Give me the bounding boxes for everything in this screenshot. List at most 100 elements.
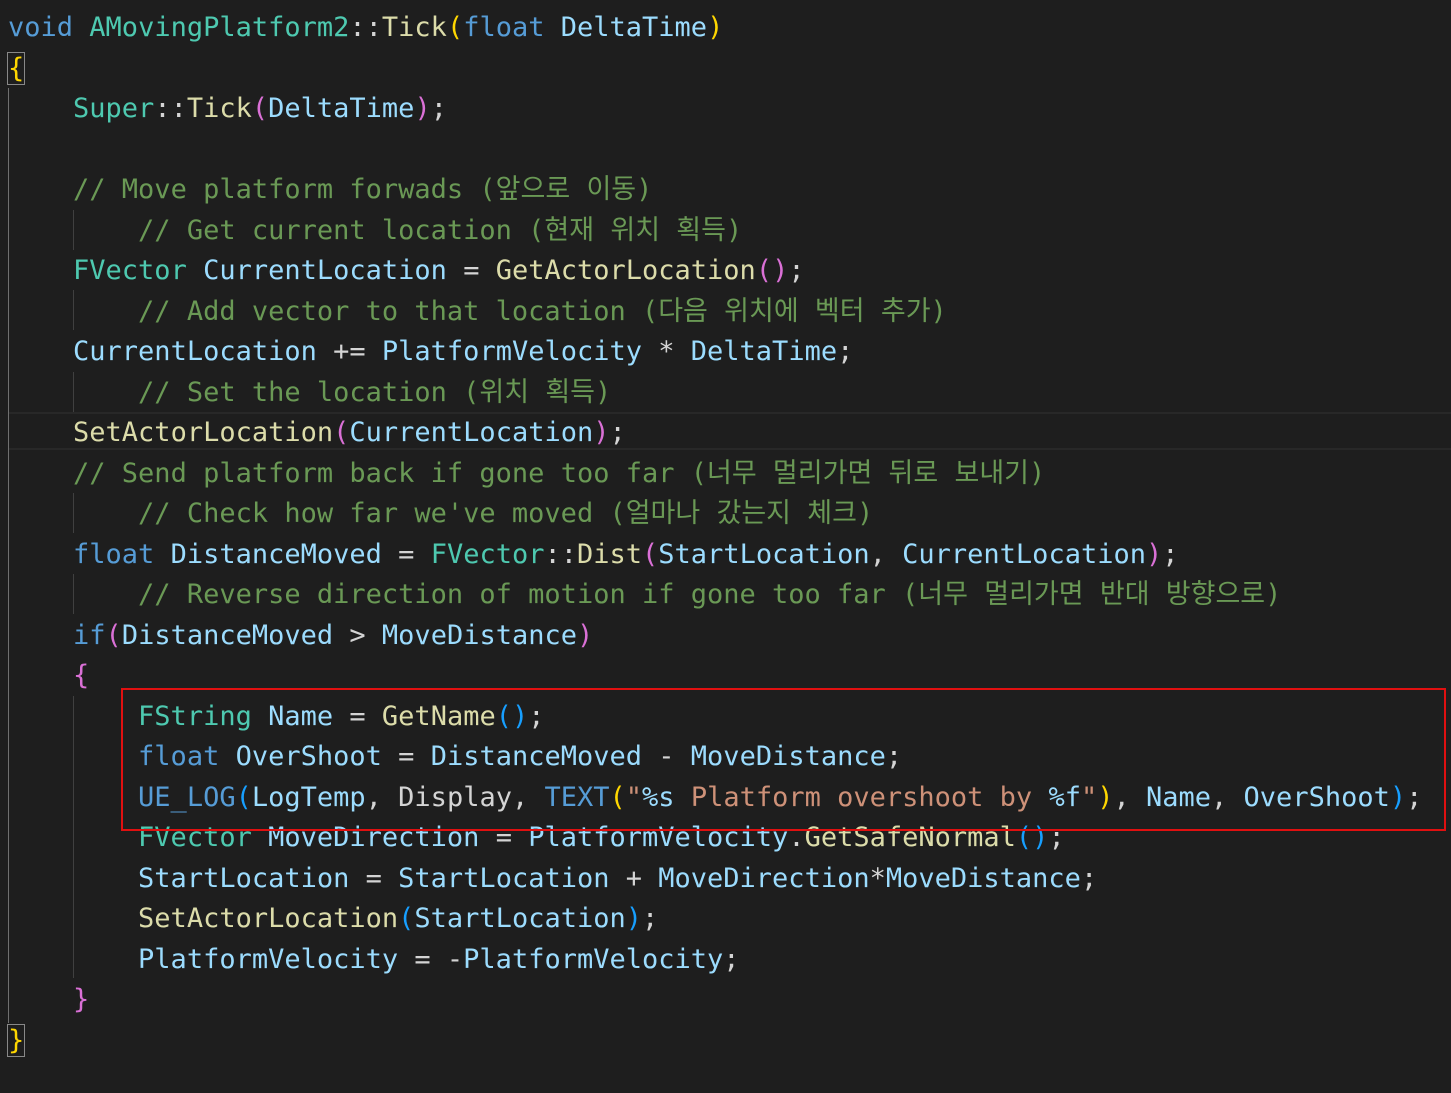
code-token: DeltaTime [690, 336, 838, 367]
code-token: LogTemp [251, 781, 366, 813]
code-token: DistanceMoved [170, 538, 382, 570]
code-token: FVector [73, 255, 187, 286]
code-token: ) [1097, 781, 1114, 813]
code-editor[interactable]: void AMovingPlatform2::Tick(float DeltaT… [0, 0, 1451, 1093]
code-token: MoveDirection [658, 862, 870, 894]
code-token: } [73, 984, 90, 1015]
code-token: ; [1048, 822, 1065, 853]
code-line: // Move platform forwads (앞으로 이동) [8, 170, 652, 210]
code-token: Super [73, 93, 155, 124]
code-token: = - [398, 943, 464, 975]
code-token: , [1113, 781, 1146, 813]
code-token: ) [511, 700, 529, 732]
code-line: // Get current location (현재 위치 획득) [8, 211, 742, 251]
code-token: CurrentLocation [349, 417, 594, 448]
code-token: %s [642, 781, 675, 813]
code-line: if(DistanceMoved > MoveDistance) [8, 616, 593, 656]
code-token: Platform overshoot by [674, 781, 1049, 813]
code-token: CurrentLocation [73, 336, 317, 367]
code-token: SetActorLocation [138, 903, 399, 934]
code-token: // Get current location (현재 위치 획득) [138, 214, 743, 246]
code-token: FVector [430, 538, 545, 570]
code-line: StartLocation = StartLocation + MoveDire… [8, 859, 1097, 899]
code-line: // Set the location (위치 획득) [8, 373, 611, 413]
code-token: float [463, 12, 545, 43]
code-line: PlatformVelocity = -PlatformVelocity; [8, 940, 740, 980]
code-line: FVector CurrentLocation = GetActorLocati… [8, 251, 805, 291]
code-line: } [8, 980, 89, 1020]
code-token: Tick [381, 12, 447, 43]
code-token: GetName [381, 700, 496, 732]
code-line: void AMovingPlatform2::Tick(float DeltaT… [8, 8, 723, 48]
code-token: ( [495, 700, 512, 732]
code-token: // Move platform forwads (앞으로 이동) [73, 174, 653, 205]
code-token: StartLocation [398, 862, 610, 894]
code-line: // Reverse direction of motion if gone t… [8, 575, 1281, 615]
code-line: SetActorLocation(StartLocation); [8, 899, 658, 939]
code-token: ; [609, 417, 626, 448]
code-token: > [333, 619, 382, 651]
code-token: + [609, 862, 659, 894]
code-token: ; [1162, 538, 1179, 570]
code-token: " [1080, 781, 1098, 813]
code-token: Dist [577, 538, 643, 570]
code-token: ( [333, 417, 350, 448]
code-token: AMovingPlatform2 [89, 12, 350, 43]
code-token: ; [837, 336, 854, 367]
code-token: ; [723, 943, 740, 975]
code-token: ; [1080, 862, 1098, 894]
code-line: CurrentLocation += PlatformVelocity * De… [8, 332, 853, 372]
code-line: // Add vector to that location (다음 위치에 벡… [8, 292, 947, 332]
code-token: ( [398, 903, 415, 934]
code-token: GetActorLocation [495, 255, 756, 286]
code-token: ; [1406, 781, 1423, 813]
code-token: CurrentLocation [902, 538, 1146, 570]
code-token: // Set the location (위치 획득) [138, 376, 612, 408]
code-token: = [381, 538, 431, 570]
code-token: OverShoot [235, 741, 382, 772]
code-token: ( [235, 781, 252, 813]
code-token: } [6, 1023, 26, 1057]
code-token: ; [788, 255, 805, 286]
code-token: ) [414, 93, 431, 124]
code-line: } [6, 1021, 26, 1061]
code-token: , [1211, 781, 1244, 813]
code-token: ; [642, 903, 659, 934]
code-token: = [446, 255, 496, 286]
code-token: ( [609, 781, 626, 813]
code-token: { [6, 51, 26, 85]
code-token: " [625, 781, 643, 813]
code-token: * [869, 862, 886, 894]
code-token: :: [349, 12, 382, 43]
code-token: = [349, 862, 399, 894]
code-token: // Reverse direction of motion if gone t… [138, 579, 1282, 610]
code-token: , [869, 538, 903, 570]
code-token: ( [642, 538, 659, 570]
code-token: MoveDistance [885, 862, 1081, 894]
code-line: FString Name = GetName(); [8, 697, 544, 737]
code-token: , [365, 781, 399, 813]
code-token: ( [1015, 822, 1033, 853]
code-line: float DistanceMoved = FVector::Dist(Star… [8, 535, 1179, 575]
code-token: PlatformVelocity [138, 943, 399, 975]
code-line: FVector MoveDirection = PlatformVelocity… [8, 818, 1065, 858]
code-token: StartLocation [658, 538, 870, 570]
code-token: StartLocation [138, 862, 350, 894]
